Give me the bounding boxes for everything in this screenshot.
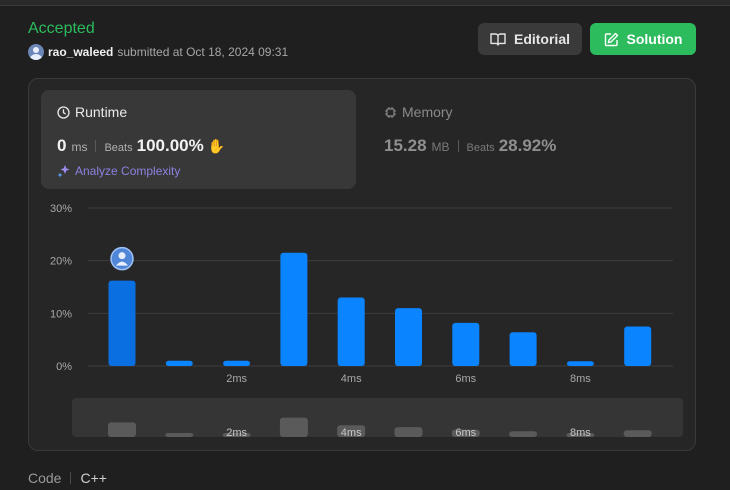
bar[interactable] [395,308,422,366]
bar[interactable] [108,280,136,366]
bar[interactable] [223,360,251,366]
avatar-icon [118,252,126,260]
x-tick-label: 8ms [570,373,591,385]
footer-separator [70,472,72,484]
code-label: Code [28,470,62,486]
y-tick-label: 30% [50,203,72,215]
range-selector-bar [108,422,136,437]
bar[interactable] [337,297,365,366]
bar[interactable] [509,332,537,366]
range-selector-bar [165,433,194,437]
bar[interactable] [624,326,652,367]
bar[interactable] [165,360,193,366]
x-tick-label: 2ms [226,373,247,385]
y-tick-label: 20% [50,256,72,268]
x-tick-label: 6ms [455,373,476,385]
runtime-distribution-chart: 0% 10% 20% 30% 2ms 4ms 6ms 8ms 2ms 4ms 6ms 8ms [50,203,683,439]
range-tick-label: 8ms [570,427,591,439]
y-tick-label: 0% [56,361,72,373]
range-selector-bar [279,417,308,437]
range-selector-bar [509,431,538,437]
bar[interactable] [452,322,480,366]
y-tick-label: 10% [50,308,72,320]
bar[interactable] [566,361,594,366]
range-tick-label: 6ms [455,427,476,439]
language-label: C++ [80,470,107,486]
range-selector-bar [623,430,652,437]
range-tick-label: 2ms [226,427,247,439]
bar[interactable] [280,252,308,366]
code-footer: Code C++ [28,470,107,486]
range-selector[interactable] [72,398,683,437]
x-tick-label: 4ms [341,373,362,385]
range-tick-label: 4ms [341,427,362,439]
range-selector-bar [394,427,423,437]
